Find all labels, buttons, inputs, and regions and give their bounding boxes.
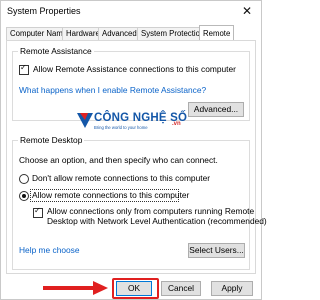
allow-remote-assistance-label: Allow Remote Assistance connections to t… [33, 64, 236, 74]
system-properties-window: System Properties ✕ Computer Name Hardwa… [0, 0, 267, 300]
dont-allow-label: Don't allow remote connections to this c… [32, 173, 211, 183]
watermark-suffix: .vn [172, 121, 181, 127]
tab-advanced[interactable]: Advanced [98, 27, 141, 40]
allow-remote-label: Allow remote connections to this compute… [32, 190, 190, 200]
allow-remote-radio[interactable] [19, 191, 29, 201]
remote-desktop-title: Remote Desktop [18, 135, 85, 145]
tab-system-protection[interactable]: System Protection [137, 27, 209, 40]
nla-label-line1: Allow connections only from computers ru… [47, 206, 255, 216]
help-me-choose-link[interactable]: Help me choose [19, 245, 80, 255]
remote-assistance-title: Remote Assistance [18, 46, 94, 56]
apply-button[interactable]: Apply [211, 281, 253, 296]
remote-desktop-group: Remote Desktop Choose an option, and the… [12, 135, 267, 270]
cancel-button[interactable]: Cancel [161, 281, 201, 296]
remote-desktop-instruction: Choose an option, and then specify who c… [19, 155, 218, 165]
logo-mark-icon [77, 113, 93, 128]
ok-button[interactable]: OK [116, 281, 152, 296]
dont-allow-radio[interactable] [19, 174, 29, 184]
close-icon[interactable]: ✕ [236, 2, 258, 20]
watermark-tagline: Bring the world to your home [94, 125, 148, 130]
select-users-button[interactable]: Select Users... [188, 243, 245, 258]
advanced-button[interactable]: Advanced... [188, 102, 244, 117]
remote-assistance-help-link[interactable]: What happens when I enable Remote Assist… [19, 85, 206, 95]
title-bar[interactable]: System Properties ✕ [1, 1, 261, 21]
nla-checkbox[interactable] [33, 206, 43, 218]
red-arrow-icon [43, 281, 108, 295]
tab-remote[interactable]: Remote [199, 25, 235, 41]
watermark-logo: CÔNG NGHỆ SỐ .vn Bring the world to your… [76, 111, 187, 133]
window-title: System Properties [7, 6, 81, 16]
allow-remote-assistance-checkbox[interactable] [19, 63, 29, 75]
remote-tab-panel: Remote Assistance Allow Remote Assistanc… [6, 40, 267, 274]
nla-label-line2: Desktop with Network Level Authenticatio… [47, 216, 267, 226]
